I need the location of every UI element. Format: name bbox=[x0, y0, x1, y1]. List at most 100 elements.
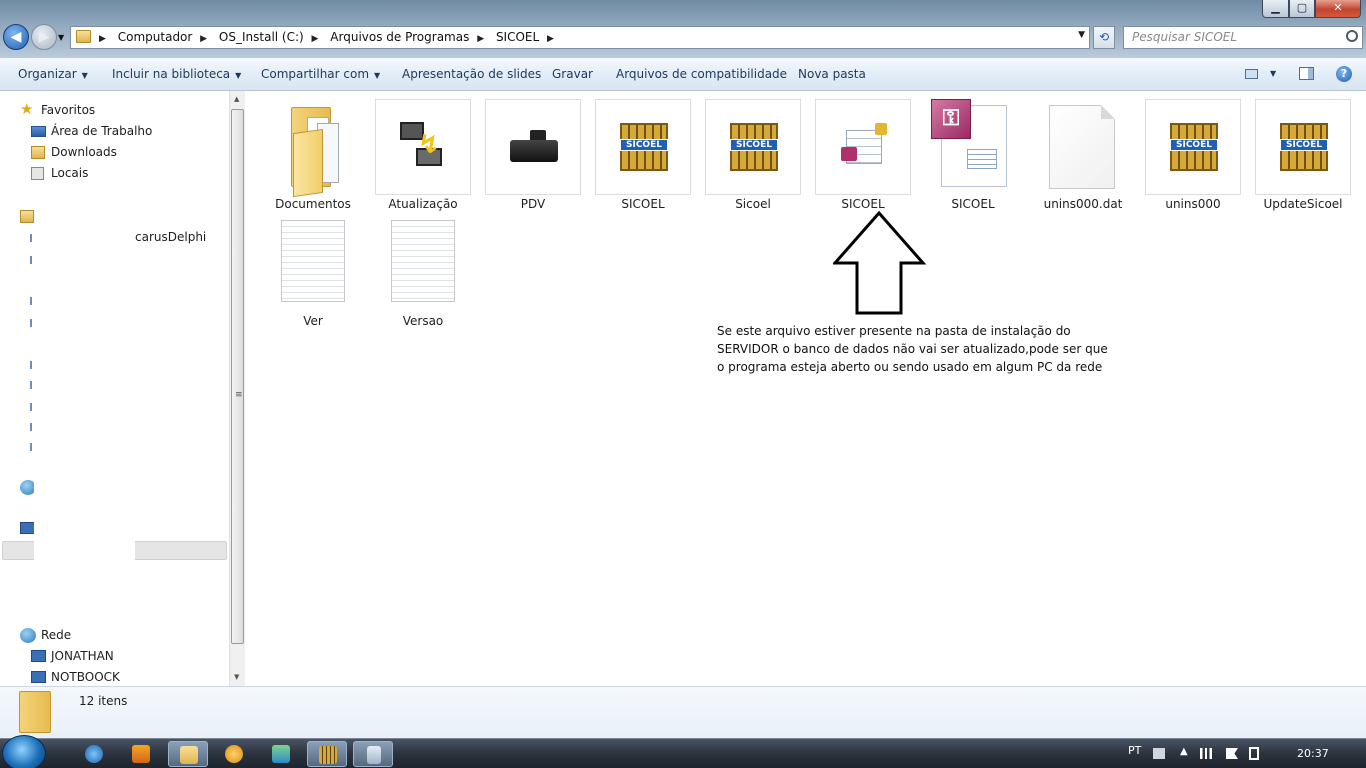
scroll-down-icon[interactable]: ▼ bbox=[234, 673, 239, 681]
nav-network-pc[interactable]: NOTBOOCK bbox=[0, 667, 220, 688]
taskbar-calculator[interactable] bbox=[353, 741, 393, 767]
crumb-separator-icon[interactable]: ▶ bbox=[200, 34, 207, 44]
breadcrumb-arquivos-de-programas[interactable]: Arquivos de Programas bbox=[330, 30, 469, 44]
file-name: Versao bbox=[402, 314, 444, 328]
nav-scrollbar[interactable]: ▲ ≡ ▼ bbox=[229, 91, 245, 686]
new-folder-button[interactable]: Nova pasta bbox=[798, 67, 866, 81]
computer-icon bbox=[20, 522, 35, 534]
text-file-icon bbox=[281, 220, 345, 302]
taskbar-explorer[interactable] bbox=[168, 741, 208, 767]
nav-favorites-label: Favoritos bbox=[41, 103, 96, 117]
action-center-flag-icon[interactable] bbox=[1226, 748, 1238, 759]
address-bar[interactable]: ▶ Computador ▶ OS_Install (C:) ▶ Arquivo… bbox=[70, 26, 1090, 49]
taskbar-internet-explorer[interactable] bbox=[74, 741, 114, 767]
breadcrumb-computador[interactable]: Computador bbox=[118, 30, 193, 44]
compat-files-button[interactable]: Arquivos de compatibilidade bbox=[616, 67, 787, 81]
start-button[interactable] bbox=[2, 735, 46, 768]
annotation-arrow-icon bbox=[833, 210, 927, 315]
star-icon: ★ bbox=[20, 100, 34, 118]
nav-network-pc[interactable]: JONATHAN bbox=[0, 646, 220, 667]
file-item[interactable]: SICOEL bbox=[815, 92, 911, 211]
burn-button[interactable]: Gravar bbox=[552, 67, 593, 81]
file-item[interactable]: unins000.dat bbox=[1035, 92, 1131, 211]
crumb-separator-icon[interactable]: ▶ bbox=[477, 34, 484, 44]
file-item[interactable]: ↯ Atualização bbox=[375, 92, 471, 211]
preview-pane-icon[interactable] bbox=[1299, 67, 1314, 80]
grip-icon: ≡ bbox=[235, 390, 243, 400]
crumb-separator-icon[interactable]: ▶ bbox=[99, 34, 106, 44]
slideshow-button[interactable]: Apresentação de slides bbox=[402, 67, 541, 81]
refresh-button[interactable]: ⟲ bbox=[1093, 26, 1115, 49]
file-thumbnail: SICOEL bbox=[595, 99, 691, 195]
crumb-separator-icon[interactable]: ▶ bbox=[312, 34, 319, 44]
nav-network[interactable]: Rede bbox=[0, 625, 220, 646]
command-bar: Organizar ▼ Incluir na biblioteca ▼ Compar… bbox=[0, 58, 1366, 91]
refresh-icon: ⟲ bbox=[1098, 30, 1110, 44]
file-thumbnail bbox=[375, 216, 471, 312]
nav-desktop[interactable]: Área de Trabalho bbox=[0, 121, 220, 142]
include-library-button[interactable]: Incluir na biblioteca ▼ bbox=[112, 67, 241, 81]
file-item[interactable]: Documentos bbox=[265, 92, 361, 211]
file-item[interactable]: SICOEL unins000 bbox=[1145, 92, 1241, 211]
text-file-icon bbox=[391, 220, 455, 302]
search-input[interactable]: Pesquisar SICOEL bbox=[1123, 26, 1363, 49]
maximize-button[interactable]: ▢ bbox=[1289, 0, 1315, 18]
folder-icon bbox=[19, 691, 51, 733]
nav-recent[interactable]: Locais bbox=[0, 163, 220, 184]
battery-icon[interactable] bbox=[1249, 747, 1259, 760]
change-view-icon[interactable] bbox=[1245, 69, 1258, 79]
sicoel-logo-text: SICOEL bbox=[620, 139, 668, 151]
taskbar-network-app[interactable] bbox=[261, 741, 301, 767]
crumb-separator-icon[interactable]: ▶ bbox=[547, 34, 554, 44]
file-item[interactable]: Ver bbox=[265, 209, 361, 328]
file-item[interactable]: PDV bbox=[485, 92, 581, 211]
downloads-folder-icon bbox=[31, 146, 45, 159]
navigation-pane: ★ Favoritos Área de Trabalho Downloads L… bbox=[0, 91, 245, 686]
organize-button[interactable]: Organizar ▼ bbox=[18, 67, 88, 81]
locked-database-icon bbox=[841, 123, 887, 164]
file-item[interactable]: Versao bbox=[375, 209, 471, 328]
file-item[interactable]: SICOEL Sicoel bbox=[705, 92, 801, 211]
file-thumbnail: SICOEL bbox=[1255, 99, 1351, 195]
back-arrow-icon: ◀ bbox=[10, 29, 22, 45]
file-item[interactable]: SICOEL UpdateSicoel bbox=[1255, 92, 1351, 211]
taskbar-app[interactable] bbox=[214, 741, 254, 767]
network-app-icon bbox=[272, 745, 290, 763]
file-thumbnail: ⚿ bbox=[925, 99, 1021, 195]
scroll-up-icon[interactable]: ▲ bbox=[234, 95, 239, 103]
sicoel-app-icon: SICOEL bbox=[620, 123, 668, 171]
recent-pages-dropdown[interactable]: ▼ bbox=[58, 33, 64, 42]
file-item[interactable]: ⚿ SICOEL bbox=[925, 92, 1021, 211]
breadcrumb-os-install[interactable]: OS_Install (C:) bbox=[219, 30, 304, 44]
internet-explorer-icon bbox=[85, 745, 103, 763]
nav-partial-item[interactable]: carusDelphi bbox=[135, 230, 206, 244]
share-with-button[interactable]: Compartilhar com ▼ bbox=[261, 67, 380, 81]
taskbar-sicoel[interactable] bbox=[307, 741, 347, 767]
keyboard-icon[interactable] bbox=[1153, 748, 1165, 759]
sicoel-logo-text: SICOEL bbox=[1280, 139, 1328, 151]
minimize-button[interactable]: ▁ bbox=[1262, 0, 1289, 18]
network-signal-icon[interactable] bbox=[1200, 748, 1212, 759]
clock[interactable]: 20:37 bbox=[1297, 747, 1329, 760]
breadcrumb-sicoel[interactable]: SICOEL bbox=[496, 30, 539, 44]
view-options-dropdown[interactable]: ▼ bbox=[1270, 69, 1276, 78]
forward-button[interactable]: ▶ bbox=[31, 24, 57, 50]
taskbar-media-player[interactable] bbox=[121, 741, 161, 767]
recent-places-icon bbox=[31, 167, 44, 180]
address-dropdown-icon[interactable]: ▼ bbox=[1078, 30, 1085, 40]
nav-downloads[interactable]: Downloads bbox=[0, 142, 220, 163]
file-item[interactable]: SICOEL SICOEL bbox=[595, 92, 691, 211]
file-thumbnail bbox=[265, 216, 361, 312]
cash-register-icon bbox=[510, 130, 558, 164]
close-button[interactable]: ✕ bbox=[1315, 0, 1361, 18]
nav-favorites[interactable]: ★ Favoritos bbox=[0, 100, 220, 121]
file-thumbnail bbox=[265, 99, 361, 198]
back-button[interactable]: ◀ bbox=[3, 24, 29, 50]
show-hidden-icons-icon[interactable]: ▲ bbox=[1180, 746, 1188, 757]
scroll-thumb[interactable]: ≡ bbox=[231, 109, 244, 644]
redacted-area bbox=[34, 197, 135, 625]
search-icon[interactable] bbox=[1346, 30, 1358, 42]
language-indicator[interactable]: PT bbox=[1128, 744, 1141, 757]
help-icon[interactable]: ? bbox=[1336, 66, 1352, 82]
search-placeholder: Pesquisar SICOEL bbox=[1132, 30, 1238, 44]
